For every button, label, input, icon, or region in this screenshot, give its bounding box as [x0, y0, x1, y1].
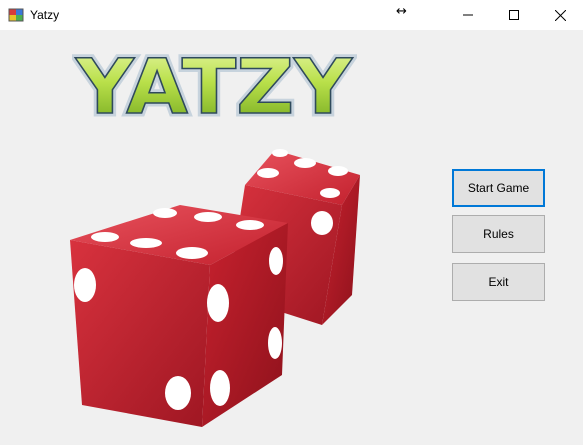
rules-button[interactable]: Rules	[452, 215, 545, 253]
exit-button[interactable]: Exit	[452, 263, 545, 301]
maximize-icon	[509, 10, 519, 20]
title-bar[interactable]: Yatzy ↔	[0, 0, 583, 30]
minimize-button[interactable]	[445, 0, 491, 30]
close-icon	[554, 9, 566, 21]
close-button[interactable]	[537, 0, 583, 30]
front-die	[70, 205, 288, 427]
minimize-icon	[463, 14, 473, 16]
resize-horizontal-cursor-icon: ↔	[396, 4, 407, 19]
logo-text-overlay: YATZY	[75, 45, 353, 129]
start-game-button[interactable]: Start Game	[452, 169, 545, 207]
dice-image	[70, 149, 360, 427]
yatzy-logo: YATZY YATZY	[72, 45, 357, 129]
app-icon	[8, 8, 24, 22]
maximize-button[interactable]	[491, 0, 537, 30]
window-title: Yatzy	[30, 8, 60, 22]
